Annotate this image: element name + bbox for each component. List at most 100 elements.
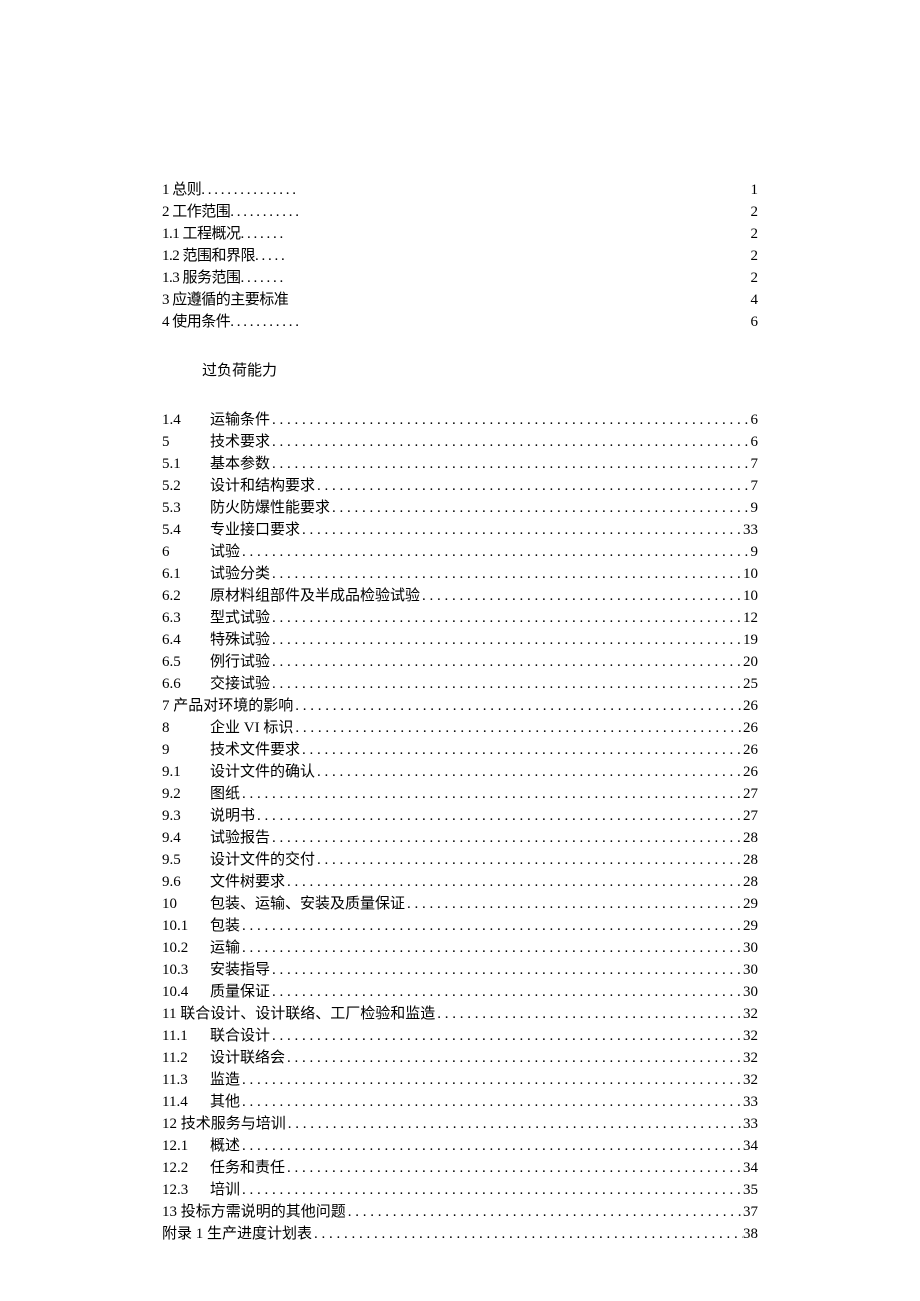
toc-page: 32 — [743, 1048, 758, 1069]
toc-dots — [240, 1136, 743, 1157]
toc-dots — [255, 806, 743, 827]
toc-top-page: 2 — [751, 246, 759, 267]
toc-title: 质量保证 — [210, 982, 270, 1003]
toc-page: 28 — [743, 850, 758, 871]
toc-page: 9 — [751, 498, 759, 519]
toc-dots — [240, 784, 743, 805]
toc-page: 30 — [743, 938, 758, 959]
toc-page: 19 — [743, 630, 758, 651]
toc-number: 10.1 — [162, 916, 210, 937]
toc-row: 11.2设计联络会32 — [162, 1048, 758, 1069]
toc-dots — [270, 1026, 743, 1047]
toc-dots — [270, 564, 743, 585]
toc-number: 5.1 — [162, 454, 210, 475]
toc-page: 30 — [743, 960, 758, 981]
toc-page: 12 — [743, 608, 758, 629]
toc-number: 6.4 — [162, 630, 210, 651]
toc-title: 专业接口要求 — [210, 520, 300, 541]
toc-title: 企业 VI 标识 — [210, 718, 293, 739]
toc-row: 13 投标方需说明的其他问题 37 — [162, 1202, 758, 1223]
toc-title: 13 投标方需说明的其他问题 — [162, 1202, 346, 1223]
toc-number: 6.5 — [162, 652, 210, 673]
toc-title: 设计和结构要求 — [210, 476, 315, 497]
toc-row: 6.6交接试验25 — [162, 674, 758, 695]
toc-title: 交接试验 — [210, 674, 270, 695]
toc-row: 12.1概述34 — [162, 1136, 758, 1157]
toc-dots — [312, 1224, 743, 1245]
toc-page: 26 — [743, 696, 758, 717]
toc-top-section: 1 总则. . . . . . . . . . . . . . . 12 工作范围… — [162, 180, 758, 333]
toc-number: 9.4 — [162, 828, 210, 849]
toc-top-page: 2 — [751, 224, 759, 245]
toc-top-label: 1.1 工程概况. . . . . . . — [162, 224, 283, 245]
toc-number: 6.2 — [162, 586, 210, 607]
toc-dots — [270, 960, 743, 981]
toc-page: 7 — [751, 476, 759, 497]
toc-page: 7 — [751, 454, 759, 475]
toc-row: 11.4其他33 — [162, 1092, 758, 1113]
toc-title: 设计文件的交付 — [210, 850, 315, 871]
toc-title: 图纸 — [210, 784, 240, 805]
toc-title: 其他 — [210, 1092, 240, 1113]
toc-top-row: 1.2 范围和界限. . . . .2 — [162, 246, 758, 267]
toc-row: 5.1基本参数7 — [162, 454, 758, 475]
toc-title: 技术文件要求 — [210, 740, 300, 761]
toc-dots — [286, 1114, 743, 1135]
toc-dots — [270, 608, 743, 629]
toc-row: 12 技术服务与培训33 — [162, 1114, 758, 1135]
toc-title: 12 技术服务与培训 — [162, 1114, 286, 1135]
toc-number: 9.6 — [162, 872, 210, 893]
toc-page: 10 — [743, 564, 758, 585]
toc-row: 10.2运输30 — [162, 938, 758, 959]
toc-title: 包装 — [210, 916, 240, 937]
toc-row: 11 联合设计、设计联络、工厂检验和监造32 — [162, 1004, 758, 1025]
toc-number: 12.2 — [162, 1158, 210, 1179]
toc-dots — [240, 542, 750, 563]
toc-top-page: 1 — [751, 180, 759, 201]
toc-row: 5.2设计和结构要求7 — [162, 476, 758, 497]
toc-title: 试验 — [210, 542, 240, 563]
toc-top-label: 3 应遵循的主要标准 — [162, 290, 288, 311]
toc-number: 12.3 — [162, 1180, 210, 1201]
toc-page: 28 — [743, 828, 758, 849]
toc-row: 10.3安装指导30 — [162, 960, 758, 981]
toc-dots — [270, 674, 743, 695]
toc-page: 37 — [743, 1202, 758, 1223]
toc-row: 9.1设计文件的确认26 — [162, 762, 758, 783]
toc-page: 35 — [743, 1180, 758, 1201]
toc-page: 34 — [743, 1136, 758, 1157]
toc-top-row: 2 工作范围. . . . . . . . . . .2 — [162, 202, 758, 223]
toc-dots — [346, 1202, 743, 1223]
toc-row: 附录 1 生产进度计划表38 — [162, 1224, 758, 1245]
toc-dots — [315, 476, 750, 497]
toc-dots — [420, 586, 743, 607]
toc-dots — [285, 872, 743, 893]
toc-page: 9 — [751, 542, 759, 563]
toc-title: 原材料组部件及半成品检验试验 — [210, 586, 420, 607]
toc-page: 33 — [743, 520, 758, 541]
toc-title: 型式试验 — [210, 608, 270, 629]
toc-title: 设计联络会 — [210, 1048, 285, 1069]
toc-row: 6.5例行试验20 — [162, 652, 758, 673]
toc-number: 5.3 — [162, 498, 210, 519]
toc-top-label: 1 总则. . . . . . . . . . . . . . . — [162, 180, 296, 201]
toc-page: 32 — [743, 1004, 758, 1025]
toc-page: 27 — [743, 806, 758, 827]
toc-row: 6.1试验分类10 — [162, 564, 758, 585]
toc-title: 培训 — [210, 1180, 240, 1201]
toc-title: 运输 — [210, 938, 240, 959]
toc-title: 运输条件 — [210, 410, 270, 431]
toc-page: 27 — [743, 784, 758, 805]
toc-page: 30 — [743, 982, 758, 1003]
toc-page: 6 — [751, 410, 759, 431]
toc-dots — [240, 1180, 743, 1201]
toc-number: 12.1 — [162, 1136, 210, 1157]
toc-dots — [240, 1070, 743, 1091]
toc-dots — [405, 894, 743, 915]
toc-dots — [270, 652, 743, 673]
toc-row: 8企业 VI 标识26 — [162, 718, 758, 739]
toc-dots — [300, 740, 743, 761]
toc-number: 1.4 — [162, 410, 210, 431]
toc-dots — [270, 454, 750, 475]
toc-dots — [285, 1158, 743, 1179]
